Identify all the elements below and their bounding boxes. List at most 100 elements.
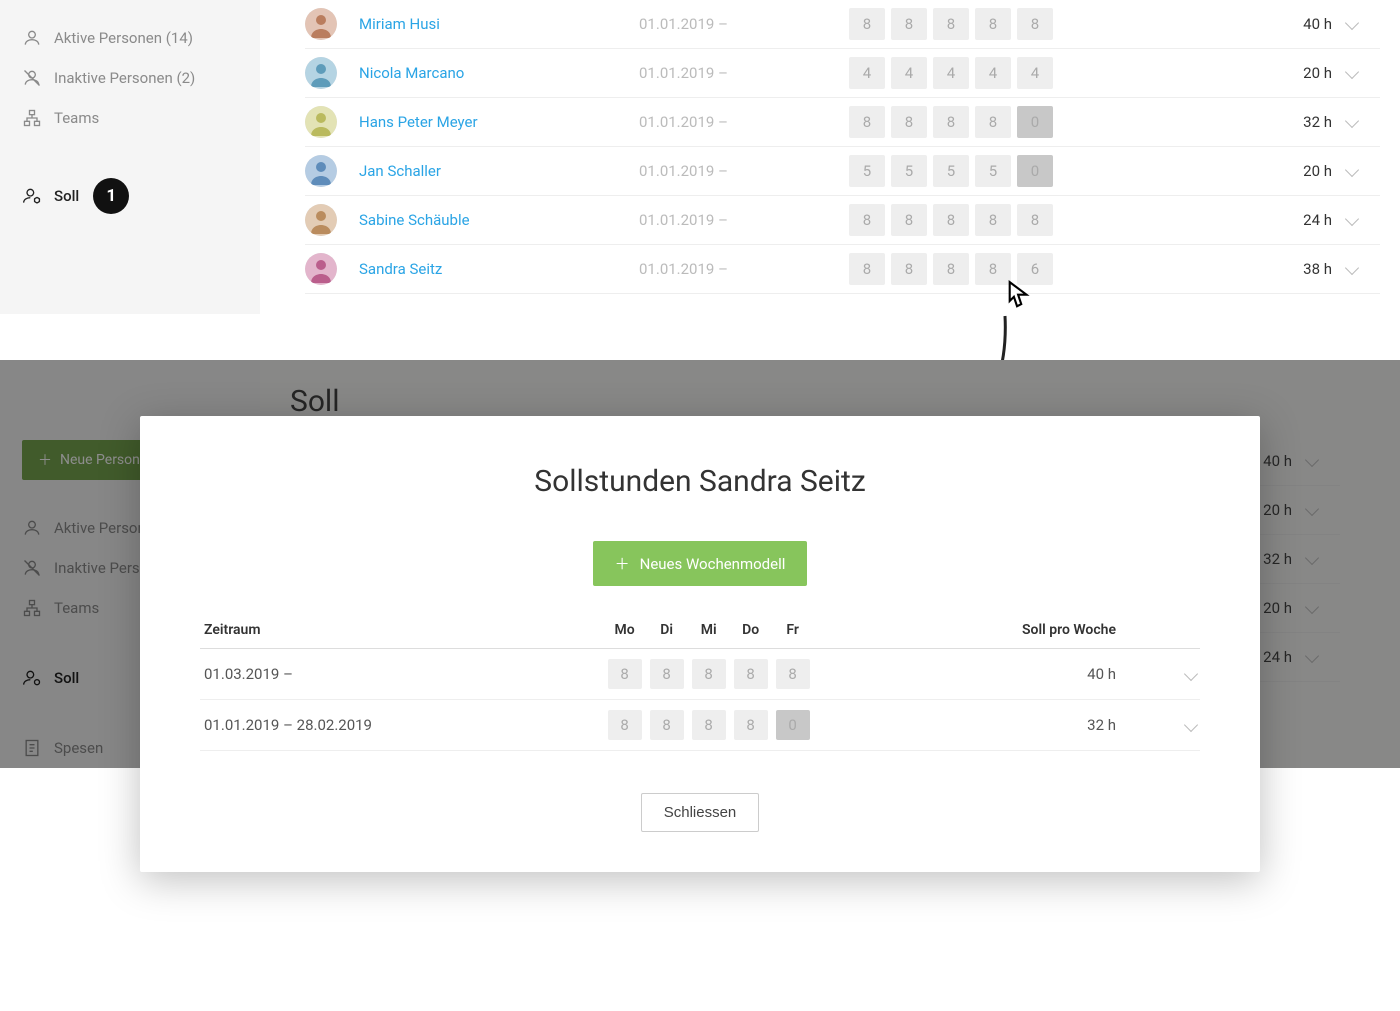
date-range: 01.01.2019 – (639, 260, 849, 278)
expand-toggle[interactable] (1292, 600, 1332, 616)
day-cell: 8 (891, 253, 927, 285)
day-cell: 8 (1017, 204, 1053, 236)
chevron-down-icon (1305, 502, 1319, 516)
hierarchy-icon (22, 108, 42, 128)
expand-toggle[interactable] (1292, 551, 1332, 567)
person-name[interactable]: Jan Schaller (359, 162, 639, 180)
person-name[interactable]: Miriam Husi (359, 15, 639, 33)
day-cell: 8 (650, 710, 684, 740)
day-cell: 5 (933, 155, 969, 187)
day-cell: 8 (975, 204, 1011, 236)
day-cell: 8 (933, 204, 969, 236)
week-model-row[interactable]: 01.01.2019 – 28.02.20198888032 h (200, 700, 1200, 751)
chevron-down-icon (1345, 261, 1359, 275)
day-cell: 8 (933, 106, 969, 138)
day-cell: 8 (1017, 8, 1053, 40)
person-name[interactable]: Sandra Seitz (359, 260, 639, 278)
day-cell: 8 (849, 106, 885, 138)
day-cell: 6 (1017, 253, 1053, 285)
date-range: 01.01.2019 – (639, 64, 849, 82)
day-cell: 8 (849, 8, 885, 40)
col-do: Do (730, 612, 772, 649)
day-cells: 88880 (849, 106, 1053, 138)
avatar (305, 204, 337, 236)
day-cell: 8 (933, 253, 969, 285)
sidebar-top: Aktive Personen (14) Inaktive Personen (… (0, 0, 260, 314)
week-total: 20 h (1252, 162, 1332, 180)
day-cell: 5 (849, 155, 885, 187)
day-cell: 8 (608, 659, 642, 689)
sidebar-item-soll[interactable]: Soll 1 (0, 168, 260, 224)
person-row[interactable]: Sandra Seitz 01.01.2019 – 88886 38 h (305, 245, 1380, 294)
day-cell: 8 (891, 8, 927, 40)
day-cell: 8 (734, 659, 768, 689)
day-cell: 8 (975, 253, 1011, 285)
expand-toggle[interactable] (1176, 649, 1200, 700)
user-gear-icon (22, 186, 42, 206)
expand-toggle[interactable] (1292, 649, 1332, 665)
expand-toggle[interactable] (1332, 163, 1372, 179)
chevron-down-icon (1305, 649, 1319, 663)
section-bottom: ＋ Neue Person Aktive Personen Inaktive P… (0, 360, 1400, 768)
day-cell: 8 (608, 710, 642, 740)
day-cell: 8 (776, 659, 810, 689)
chevron-down-icon (1345, 163, 1359, 177)
col-fr: Fr (772, 612, 814, 649)
expand-toggle[interactable] (1332, 261, 1372, 277)
person-row[interactable]: Nicola Marcano 01.01.2019 – 44444 20 h (305, 49, 1380, 98)
person-row[interactable]: Miriam Husi 01.01.2019 – 88888 40 h (305, 0, 1380, 49)
expand-toggle[interactable] (1292, 453, 1332, 469)
week-model-row[interactable]: 01.03.2019 –8888840 h (200, 649, 1200, 700)
week-total: 40 h (814, 649, 1176, 700)
person-row[interactable]: Hans Peter Meyer 01.01.2019 – 88880 32 h (305, 98, 1380, 147)
day-cell: 4 (1017, 57, 1053, 89)
avatar (305, 57, 337, 89)
new-week-model-button[interactable]: ＋ Neues Wochenmodell (593, 541, 808, 586)
chevron-down-icon (1345, 16, 1359, 30)
expand-toggle[interactable] (1332, 65, 1372, 81)
sidebar-label: Soll (54, 187, 79, 205)
close-button[interactable]: Schliessen (641, 793, 760, 832)
day-cell: 8 (891, 106, 927, 138)
sidebar-item-teams[interactable]: Teams (0, 98, 260, 138)
sidebar-label: Soll (54, 669, 79, 687)
day-cells: 88888 (849, 8, 1053, 40)
expand-toggle[interactable] (1332, 114, 1372, 130)
person-name[interactable]: Sabine Schäuble (359, 211, 639, 229)
day-cells: 88886 (849, 253, 1053, 285)
button-label: Neue Person (60, 452, 140, 468)
day-cell: 5 (891, 155, 927, 187)
expand-toggle[interactable] (1176, 700, 1200, 751)
day-cell: 8 (975, 8, 1011, 40)
week-total: 32 h (814, 700, 1176, 751)
week-total: 38 h (1252, 260, 1332, 278)
col-mi: Mi (688, 612, 730, 649)
modal-title: Sollstunden Sandra Seitz (200, 464, 1200, 499)
week-total: 24 h (1252, 211, 1332, 229)
day-cells: 55550 (849, 155, 1053, 187)
sidebar-item-inaktive-personen[interactable]: Inaktive Personen (2) (0, 58, 260, 98)
person-name[interactable]: Nicola Marcano (359, 64, 639, 82)
day-cell: 0 (1017, 106, 1053, 138)
expand-toggle[interactable] (1292, 502, 1332, 518)
person-row[interactable]: Sabine Schäuble 01.01.2019 – 88888 24 h (305, 196, 1380, 245)
week-total: 20 h (1252, 64, 1332, 82)
day-cell: 8 (975, 106, 1011, 138)
section-top: Aktive Personen (14) Inaktive Personen (… (0, 0, 1400, 314)
hierarchy-icon (22, 598, 42, 618)
expand-toggle[interactable] (1332, 212, 1372, 228)
person-row[interactable]: Jan Schaller 01.01.2019 – 55550 20 h (305, 147, 1380, 196)
col-mo: Mo (604, 612, 646, 649)
user-gear-icon (22, 668, 42, 688)
sidebar-item-aktive-personen[interactable]: Aktive Personen (14) (0, 18, 260, 58)
col-di: Di (646, 612, 688, 649)
week-total: 32 h (1252, 113, 1332, 131)
person-name[interactable]: Hans Peter Meyer (359, 113, 639, 131)
date-range: 01.01.2019 – (639, 15, 849, 33)
user-off-icon (22, 68, 42, 88)
week-total: 40 h (1252, 15, 1332, 33)
expand-toggle[interactable] (1332, 16, 1372, 32)
chevron-down-icon (1184, 718, 1198, 732)
plus-icon: ＋ (38, 450, 52, 470)
new-person-button[interactable]: ＋ Neue Person (22, 440, 156, 480)
